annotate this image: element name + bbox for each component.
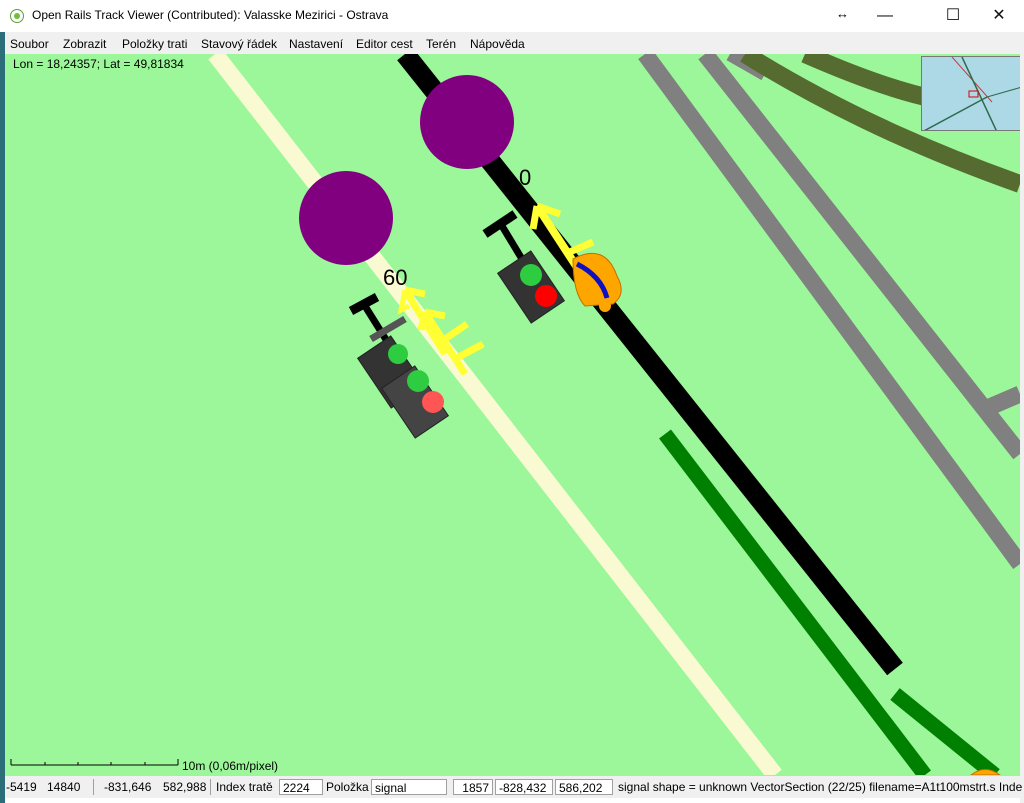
- track-index-field[interactable]: 2224: [279, 779, 323, 795]
- item-x-field[interactable]: -828,432: [495, 779, 553, 795]
- track-map-drawing: 60 0: [10, 54, 1020, 775]
- window-right-edge: [1020, 32, 1024, 803]
- window-title: Open Rails Track Viewer (Contributed): V…: [32, 8, 389, 22]
- overview-minimap[interactable]: [921, 56, 1020, 131]
- coordinates-readout: Lon = 18,24357; Lat = 49,81834: [13, 57, 184, 71]
- item-label: Položka: [326, 780, 369, 794]
- status-divider: [93, 779, 94, 795]
- platform-marker: [420, 75, 514, 169]
- minimize-button[interactable]: —: [862, 0, 908, 32]
- menu-soubor[interactable]: Soubor: [10, 37, 49, 51]
- road-segment: [981, 386, 1020, 417]
- siding-track: [659, 429, 931, 775]
- speed-limit-label: 60: [383, 265, 407, 290]
- resize-cursor-icon: ↔: [836, 6, 849, 21]
- menu-bar: Soubor Zobrazit Položky trati Stavový řá…: [5, 32, 1020, 54]
- app-logo-icon: [10, 9, 24, 23]
- bell-icon[interactable]: [572, 252, 622, 312]
- scale-bar: [10, 759, 179, 766]
- app-window: Open Rails Track Viewer (Contributed): V…: [0, 0, 1024, 803]
- status-divider: [210, 779, 211, 795]
- menu-stavovy-radek[interactable]: Stavový řádek: [201, 37, 277, 51]
- status-bar: -5419 14840 -831,646 582,988 Index tratě…: [5, 775, 1023, 798]
- track-index-label: Index tratě: [216, 780, 273, 794]
- speedpost-arrow-icon[interactable]: [397, 286, 485, 376]
- signal-icon[interactable]: [348, 293, 450, 439]
- title-bar[interactable]: Open Rails Track Viewer (Contributed): V…: [0, 0, 1024, 32]
- item-z-field[interactable]: 586,202: [555, 779, 613, 795]
- maximize-button[interactable]: ☐: [930, 0, 976, 32]
- scale-label: 10m (0,06m/pixel): [182, 759, 279, 773]
- close-button[interactable]: ✕: [976, 0, 1022, 32]
- menu-editor-cest[interactable]: Editor cest: [356, 37, 413, 51]
- minimap-drawing: [924, 57, 1020, 130]
- menu-nastaveni[interactable]: Nastavení: [289, 37, 343, 51]
- platform-marker: [299, 171, 393, 265]
- speed-limit-label: 0: [519, 165, 531, 190]
- status-tile-z: 582,988: [163, 780, 207, 794]
- status-tile-x: -831,646: [104, 780, 152, 794]
- status-z: 14840: [47, 780, 81, 794]
- menu-polozky-trati[interactable]: Položky trati: [122, 37, 187, 51]
- status-x: -5419: [6, 780, 37, 794]
- item-description: signal shape = unknown VectorSection (22…: [618, 780, 1023, 794]
- menu-napoveda[interactable]: Nápověda: [470, 37, 525, 51]
- track-map-canvas[interactable]: 60 0 Lon = 18,24357; Lat = 49,81834 10m …: [5, 54, 1020, 775]
- menu-zobrazit[interactable]: Zobrazit: [63, 37, 106, 51]
- menu-teren[interactable]: Terén: [426, 37, 456, 51]
- item-index-field[interactable]: 1857: [453, 779, 493, 795]
- item-type-field[interactable]: signal: [371, 779, 447, 795]
